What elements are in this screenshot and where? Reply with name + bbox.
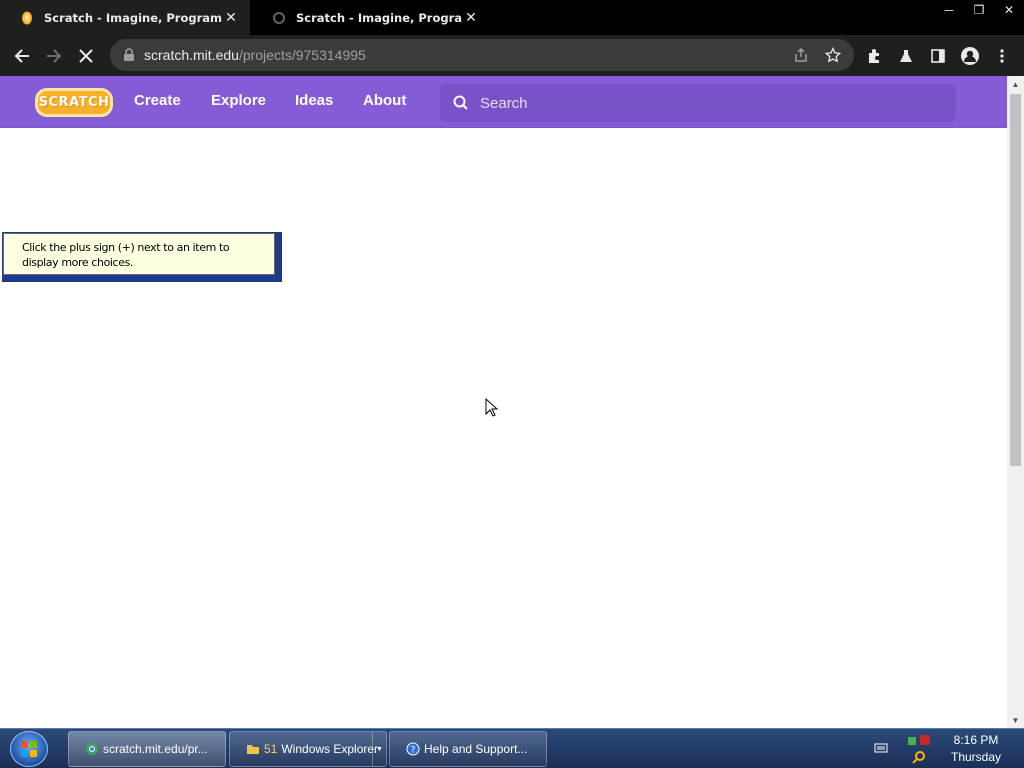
forward-arrow-icon[interactable] [41, 43, 67, 69]
keyboard-icon[interactable] [874, 742, 888, 754]
page-scrollbar[interactable]: ▲ ▼ [1007, 76, 1024, 728]
close-window-icon[interactable]: ✕ [994, 0, 1024, 20]
windows-logo-icon [21, 741, 37, 757]
restore-icon[interactable]: ❐ [964, 0, 994, 20]
tab-title: Scratch - Imagine, Program, Share [296, 10, 462, 25]
window-controls: ─ ❐ ✕ [934, 0, 1024, 20]
help-tooltip: Click the plus sign (+) next to an item … [2, 232, 282, 282]
scrollbar-thumb[interactable] [1010, 94, 1021, 466]
windows-taskbar: scratch.mit.edu/pr... 51 Windows Explore… [0, 728, 1024, 768]
side-panel-icon[interactable] [925, 43, 951, 69]
loading-favicon-icon [273, 11, 285, 24]
search-tray-icon[interactable] [912, 750, 926, 764]
taskbar-explorer-button[interactable]: 51 Windows Explorer ▼ [229, 731, 387, 767]
taskbar-help-button[interactable]: ? Help and Support... [389, 731, 547, 767]
dropdown-arrow-icon[interactable]: ▼ [372, 732, 386, 766]
search-icon [453, 95, 468, 110]
help-icon: ? [406, 742, 420, 756]
mouse-cursor-icon [485, 398, 499, 417]
system-clock[interactable]: 8:16 PM Thursday [946, 732, 1006, 766]
bookmark-star-icon[interactable] [823, 45, 843, 65]
tab-close-icon[interactable]: ✕ [222, 9, 240, 27]
labs-flask-icon[interactable] [893, 43, 919, 69]
address-bar[interactable]: scratch.mit.edu/projects/975314995 [110, 39, 854, 71]
scratch-logo[interactable]: SCRATCH [35, 88, 113, 117]
chrome-icon [86, 743, 98, 755]
extensions-icon[interactable] [861, 43, 887, 69]
window-count: 51 [264, 742, 278, 756]
browser-menu-icon[interactable] [989, 43, 1015, 69]
start-button[interactable] [10, 731, 48, 767]
url-host: scratch.mit.edu [144, 47, 239, 63]
nav-create[interactable]: Create [134, 92, 181, 109]
profile-avatar-icon[interactable] [957, 43, 983, 69]
scroll-up-icon[interactable]: ▲ [1007, 76, 1024, 92]
folder-icon [247, 745, 259, 754]
tab-title: Scratch - Imagine, Program, Share [44, 10, 222, 25]
url-path: /projects/975314995 [238, 47, 366, 63]
page-content [0, 128, 1007, 728]
svg-text:?: ? [411, 746, 416, 756]
search-input[interactable] [480, 94, 940, 112]
nav-explore[interactable]: Explore [211, 92, 266, 109]
nav-ideas[interactable]: Ideas [295, 92, 333, 109]
scroll-down-icon[interactable]: ▼ [1007, 712, 1024, 728]
scratch-favicon-icon [22, 11, 32, 24]
browser-tab-strip: Scratch - Imagine, Program, Share ✕ Scra… [0, 0, 1024, 35]
taskbar-button-label: Windows Explorer [281, 742, 379, 756]
tooltip-text: Click the plus sign (+) next to an item … [3, 233, 275, 275]
lock-icon [124, 48, 134, 61]
back-arrow-icon[interactable] [9, 43, 35, 69]
network-icon[interactable] [906, 733, 932, 747]
taskbar-button-label: Help and Support... [424, 742, 528, 756]
tab-close-icon[interactable]: ✕ [462, 9, 480, 27]
taskbar-chrome-button[interactable]: scratch.mit.edu/pr... [68, 731, 226, 767]
minimize-icon[interactable]: ─ [934, 0, 964, 20]
tab-scratch-active[interactable]: Scratch - Imagine, Program, Share ✕ [0, 0, 250, 35]
search-box [440, 84, 956, 122]
clock-day: Thursday [950, 750, 1002, 764]
scratch-navbar: SCRATCH Create Explore Ideas About [0, 76, 1007, 128]
browser-toolbar: scratch.mit.edu/projects/975314995 [0, 35, 1024, 76]
taskbar-button-label: scratch.mit.edu/pr... [103, 742, 208, 756]
clock-time: 8:16 PM [953, 733, 999, 747]
share-icon[interactable] [791, 45, 811, 65]
stop-loading-icon[interactable] [73, 43, 99, 69]
tab-scratch-inactive[interactable]: Scratch - Imagine, Program, Share ✕ [252, 0, 490, 35]
nav-about[interactable]: About [363, 92, 406, 109]
